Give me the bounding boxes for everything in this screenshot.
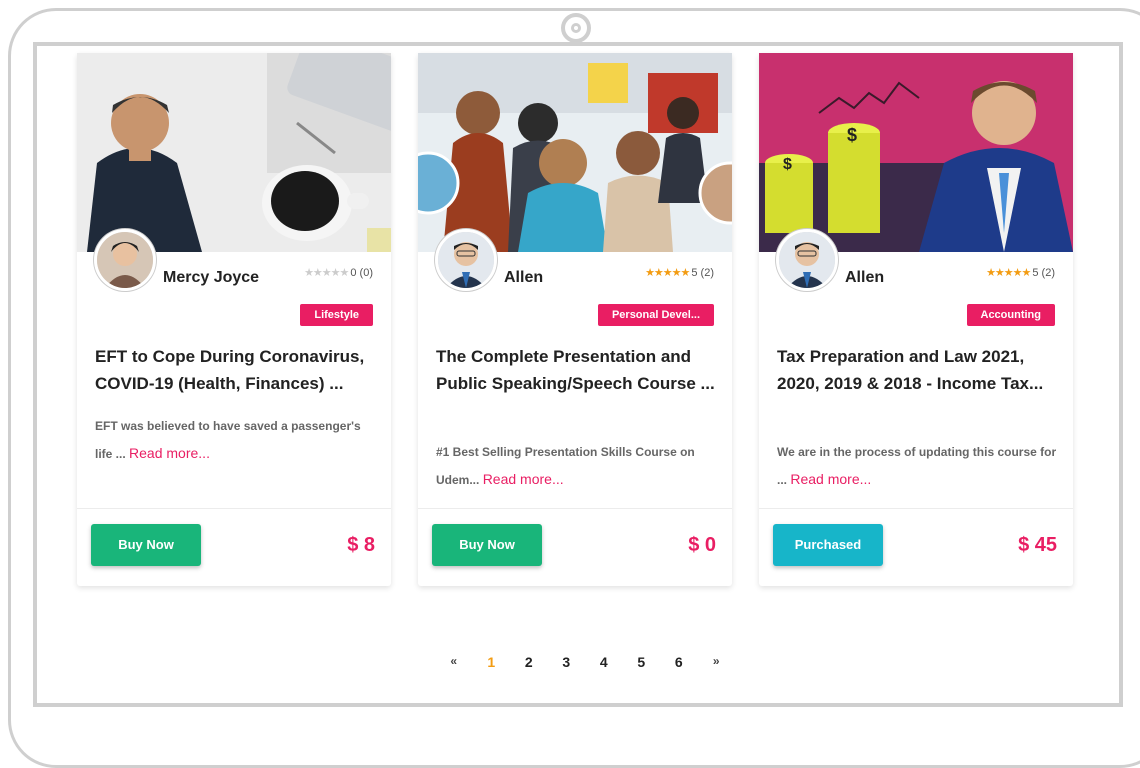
instructor-avatar[interactable] <box>776 229 838 291</box>
rating-stars: ★★★★★ <box>986 267 1031 279</box>
course-card[interactable]: $ $ Allen ★★★★★ 5 (2) Accounting Tax Pre… <box>759 53 1073 586</box>
page-link-5[interactable]: 5 <box>623 654 661 670</box>
read-more-link[interactable]: Read more... <box>483 471 564 487</box>
next-page-link[interactable]: » <box>698 654 736 670</box>
instructor-name[interactable]: Allen <box>845 269 884 287</box>
course-title[interactable]: The Complete Presentation and Public Spe… <box>436 343 718 397</box>
category-badge[interactable]: Personal Devel... <box>597 304 714 326</box>
read-more-link[interactable]: Read more... <box>790 471 871 487</box>
page-link-4[interactable]: 4 <box>585 654 623 670</box>
course-price: $ 45 <box>1018 534 1057 556</box>
rating-count: 5 (2) <box>1032 266 1055 279</box>
rating-count: 0 (0) <box>350 266 373 279</box>
instructor-name[interactable]: Mercy Joyce <box>163 269 259 287</box>
course-thumbnail[interactable] <box>418 53 732 252</box>
rating: ★★★★★ 5 (2) <box>645 266 714 280</box>
page-link-6[interactable]: 6 <box>660 654 698 670</box>
page-link-2[interactable]: 2 <box>510 654 548 670</box>
camera-icon <box>561 13 591 43</box>
prev-page-link[interactable]: « <box>435 654 473 670</box>
divider <box>418 508 732 509</box>
description-text: #1 Best Selling Presentation Skills Cour… <box>436 445 695 487</box>
course-description: #1 Best Selling Presentation Skills Cour… <box>436 439 718 494</box>
rating: ★★★★★ 0 (0) <box>304 266 373 280</box>
course-card[interactable]: Mercy Joyce ★★★★★ 0 (0) Lifestyle EFT to… <box>77 53 391 586</box>
category-badge[interactable]: Lifestyle <box>300 304 373 326</box>
svg-text:$: $ <box>783 156 792 173</box>
course-price: $ 0 <box>688 534 716 556</box>
page-link-1[interactable]: 1 <box>473 654 511 670</box>
course-description: We are in the process of updating this c… <box>777 439 1059 494</box>
pagination: « 1 2 3 4 5 6 » <box>435 654 735 670</box>
page-link-3[interactable]: 3 <box>548 654 586 670</box>
buy-now-button[interactable]: Buy Now <box>432 524 542 566</box>
rating-stars: ★★★★★ <box>304 267 349 279</box>
instructor-name[interactable]: Allen <box>504 269 543 287</box>
purchased-button[interactable]: Purchased <box>773 524 883 566</box>
rating-stars: ★★★★★ <box>645 267 690 279</box>
course-thumbnail[interactable]: $ $ <box>759 53 1073 252</box>
rating-count: 5 (2) <box>691 266 714 279</box>
course-thumbnail[interactable] <box>77 53 391 252</box>
divider <box>77 508 391 509</box>
screen: Mercy Joyce ★★★★★ 0 (0) Lifestyle EFT to… <box>33 42 1123 707</box>
course-price: $ 8 <box>347 534 375 556</box>
buy-now-button[interactable]: Buy Now <box>91 524 201 566</box>
course-description: EFT was believed to have saved a passeng… <box>95 413 377 468</box>
read-more-link[interactable]: Read more... <box>129 445 210 461</box>
instructor-avatar[interactable] <box>94 229 156 291</box>
instructor-avatar[interactable] <box>435 229 497 291</box>
course-card[interactable]: Allen ★★★★★ 5 (2) Personal Devel... The … <box>418 53 732 586</box>
rating: ★★★★★ 5 (2) <box>986 266 1055 280</box>
course-title[interactable]: EFT to Cope During Coronavirus, COVID-19… <box>95 343 377 397</box>
category-badge[interactable]: Accounting <box>966 304 1055 326</box>
divider <box>759 508 1073 509</box>
course-title[interactable]: Tax Preparation and Law 2021, 2020, 2019… <box>777 343 1059 397</box>
svg-text:$: $ <box>847 125 857 145</box>
